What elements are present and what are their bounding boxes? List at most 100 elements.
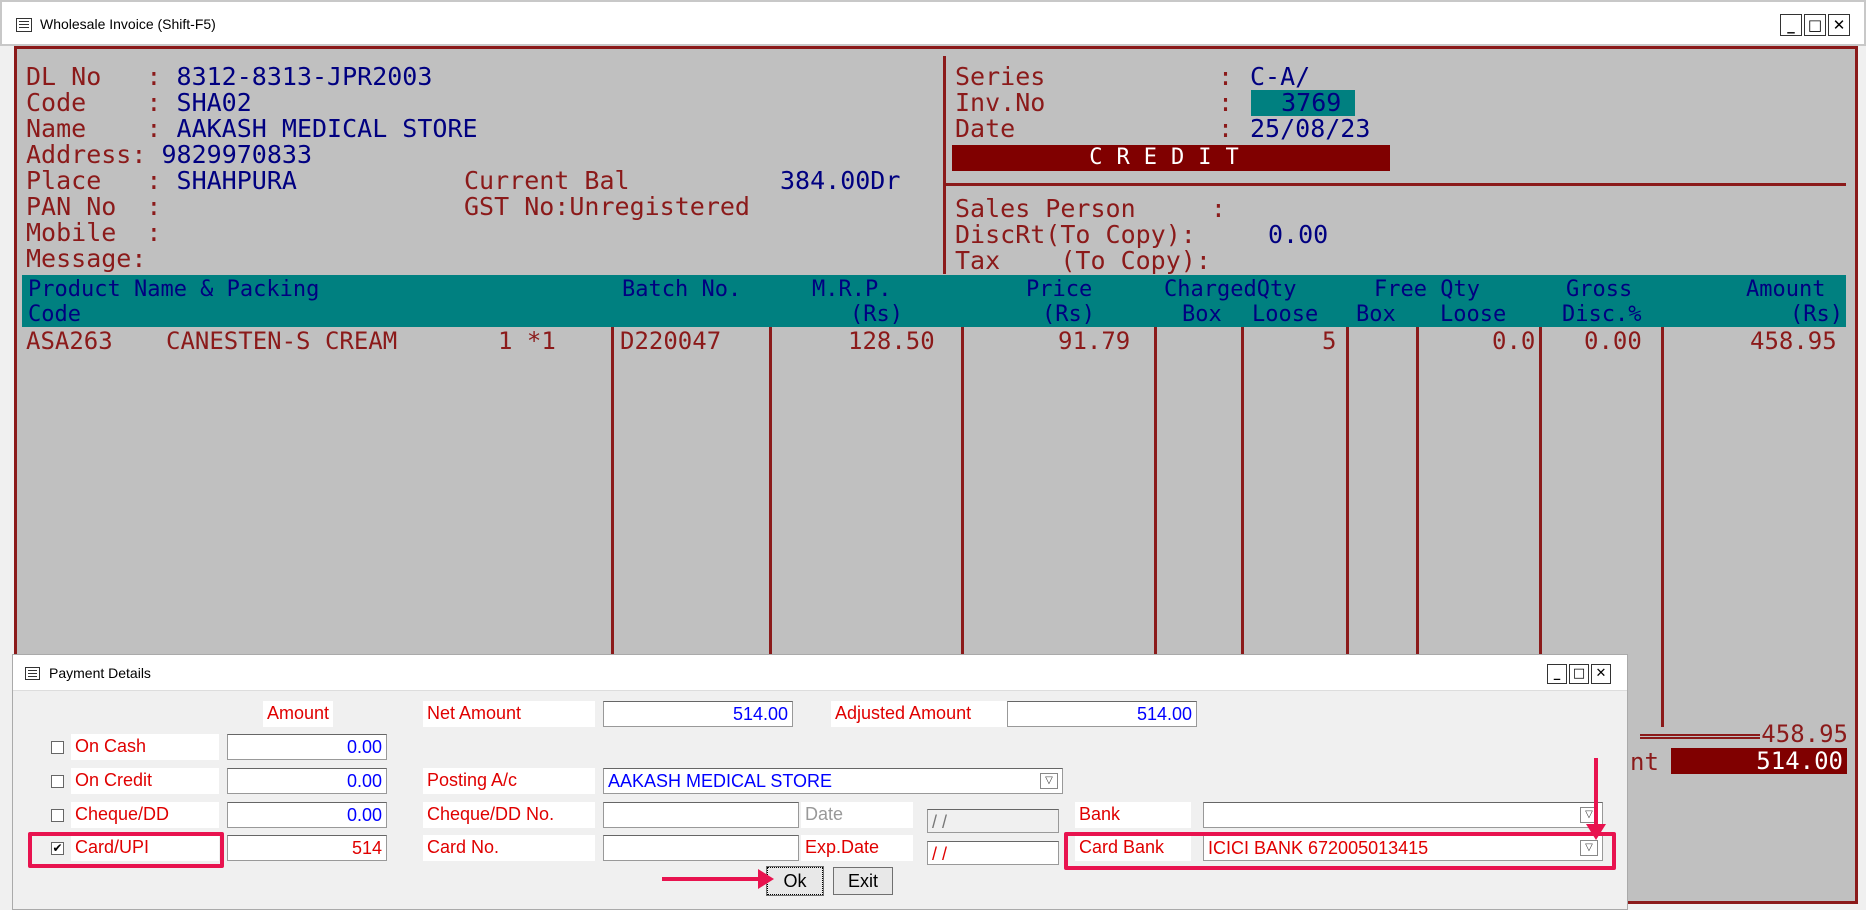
on-credit-checkbox[interactable] — [51, 775, 64, 788]
net-amount-total: 514.00 — [1671, 748, 1847, 774]
col-charged-qty: ChargedQty — [1164, 277, 1297, 302]
col-box: Box — [1182, 302, 1222, 327]
close-icon[interactable]: ✕ — [1828, 14, 1850, 36]
cheque-date-input[interactable]: / / — [927, 809, 1059, 833]
adjusted-amount-label: Adjusted Amount — [831, 701, 1011, 727]
col-amount-unit: (Rs) — [1790, 302, 1843, 327]
window-menu-icon[interactable] — [16, 18, 32, 32]
maximize-icon[interactable]: □ — [1569, 664, 1589, 684]
cheque-no-label: Cheque/DD No. — [423, 802, 595, 828]
ok-button[interactable]: Ok — [766, 866, 824, 896]
gst-label: GST No:Unregistered — [464, 192, 750, 221]
grid-header: Product Name & Packing Code Batch No. M.… — [22, 275, 1846, 327]
row-disc: 0.00 — [1584, 327, 1642, 355]
grid-col-sep — [1661, 327, 1664, 727]
cheque-no-input[interactable] — [603, 802, 799, 828]
exp-date-label: Exp.Date — [801, 835, 913, 861]
grid-col-sep — [1416, 327, 1419, 657]
on-credit-label: On Credit — [71, 768, 219, 794]
bank-dropdown[interactable]: ▽ — [1203, 802, 1603, 828]
payment-mode-banner: CREDIT — [952, 145, 1390, 171]
disc-value: 0.00 — [1268, 220, 1329, 249]
row-amount: 458.95 — [1750, 327, 1837, 355]
row-price: 91.79 — [1058, 327, 1131, 355]
dialog-window-controls: _ □ ✕ — [1547, 664, 1611, 684]
grid-col-sep — [1154, 327, 1157, 657]
inv-no-colon: : — [1218, 88, 1234, 117]
on-cash-input[interactable]: 0.00 — [227, 734, 387, 760]
series-label: Series — [955, 62, 1046, 91]
row-loose: 5 — [1322, 327, 1337, 355]
place-label: Place : — [26, 166, 162, 195]
date-value: 25/08/23 — [1250, 114, 1371, 143]
col-amount: Amount — [1746, 277, 1826, 302]
card-upi-input[interactable]: 514 — [227, 835, 387, 861]
col-disc: Disc.% — [1562, 302, 1642, 327]
row-code: ASA263 — [26, 327, 113, 355]
on-cash-checkbox[interactable] — [51, 741, 64, 754]
cheque-input[interactable]: 0.00 — [227, 802, 387, 828]
col-free-box: Box — [1356, 302, 1396, 327]
address-row: Address: 9829970833 — [26, 142, 312, 168]
grid-col-sep — [1539, 327, 1542, 657]
header-divider — [943, 56, 946, 274]
series-value: C-A/ — [1250, 62, 1311, 91]
date-label: Date — [955, 114, 1016, 143]
name-label: Name : — [26, 114, 162, 143]
col-free-qty: Free Qty — [1374, 277, 1480, 302]
header-right-divider — [946, 183, 1846, 186]
posting-ac-dropdown[interactable]: AAKASH MEDICAL STORE ▽ — [603, 768, 1063, 794]
net-amount-input[interactable]: 514.00 — [603, 701, 793, 727]
tax-label: Tax (To Copy): — [955, 246, 1211, 275]
payment-dialog: Payment Details _ □ ✕ Amount On Cash 0.0… — [12, 654, 1628, 910]
row-pack: 1 *1 — [498, 327, 556, 355]
col-free-loose: Loose — [1440, 302, 1507, 327]
gross-total: 458.95 — [1761, 720, 1848, 748]
amount-header: Amount — [263, 701, 334, 727]
minimize-icon[interactable]: _ — [1547, 664, 1567, 684]
card-no-input[interactable] — [603, 835, 799, 861]
exp-date-input[interactable]: / / — [927, 841, 1059, 865]
name-row: Name : AAKASH MEDICAL STORE — [26, 116, 478, 142]
minimize-icon[interactable]: _ — [1780, 14, 1802, 36]
row-batch: D220047 — [620, 327, 722, 355]
net-amount-label-fragment: nt — [1630, 748, 1659, 776]
close-icon[interactable]: ✕ — [1591, 664, 1611, 684]
card-upi-highlight — [28, 832, 224, 868]
maximize-icon[interactable]: □ — [1804, 14, 1826, 36]
message-label: Message: — [26, 244, 147, 273]
col-loose: Loose — [1252, 302, 1319, 327]
row-free-loose: 0.0 — [1492, 327, 1536, 355]
current-bal-label: Current Bal — [464, 166, 630, 195]
place-row: Place : SHAHPURA — [26, 168, 297, 194]
name-value: AAKASH MEDICAL STORE — [176, 114, 478, 143]
dl-no-row: DL No : 8312-8313-JPR2003 — [26, 64, 432, 90]
current-bal-value: 384.00Dr — [780, 166, 901, 195]
payment-dialog-title-bar: Payment Details _ □ ✕ — [13, 655, 1627, 691]
code-row: Code : SHA02 — [26, 90, 252, 116]
col-mrp: M.R.P. — [812, 277, 892, 302]
inv-no-value[interactable]: 3769 — [1251, 90, 1355, 116]
code-label: Code : — [26, 88, 162, 117]
address-value: 9829970833 — [161, 140, 312, 169]
cheque-checkbox[interactable] — [51, 809, 64, 822]
on-credit-input[interactable]: 0.00 — [227, 768, 387, 794]
col-price-unit: (Rs) — [1042, 302, 1095, 327]
window-title: Wholesale Invoice (Shift-F5) — [40, 16, 216, 32]
chevron-down-icon[interactable]: ▽ — [1040, 773, 1058, 789]
grid-col-sep — [961, 327, 964, 657]
col-batch: Batch No. — [622, 277, 742, 302]
inv-no-label: Inv.No — [955, 88, 1046, 117]
adjusted-amount-input[interactable]: 514.00 — [1007, 701, 1197, 727]
col-gross: Gross — [1566, 277, 1633, 302]
row-product: CANESTEN-S CREAM — [166, 327, 398, 355]
dialog-menu-icon[interactable] — [25, 667, 40, 680]
grid-col-sep — [1346, 327, 1349, 657]
exit-button[interactable]: Exit — [833, 867, 893, 895]
disc-label: DiscRt(To Copy): — [955, 220, 1196, 249]
bank-label: Bank — [1075, 802, 1191, 828]
col-price: Price — [1026, 277, 1093, 302]
grid-col-sep — [769, 327, 772, 657]
main-title-bar: Wholesale Invoice (Shift-F5) _ □ ✕ — [0, 0, 1866, 46]
series-colon: : — [1218, 62, 1234, 91]
